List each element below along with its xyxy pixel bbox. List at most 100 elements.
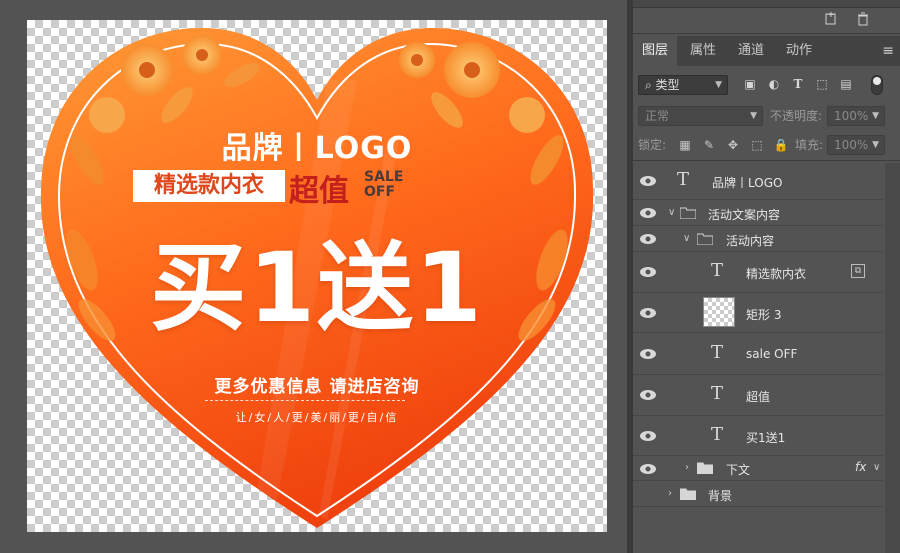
fill-label: 填充: — [795, 138, 824, 152]
new-document-icon[interactable] — [823, 12, 839, 28]
panel-collapsed-strip — [633, 0, 900, 8]
eye-icon[interactable] — [639, 463, 657, 475]
off-line: OFF — [364, 184, 396, 200]
eye-icon[interactable] — [639, 233, 657, 245]
eye-icon[interactable] — [639, 348, 657, 360]
sale-line: SALE — [364, 169, 404, 185]
layer-row[interactable]: T 品牌丨LOGO — [633, 163, 883, 200]
eye-icon[interactable] — [639, 430, 657, 442]
tab-actions[interactable]: 动作 — [777, 36, 821, 66]
search-icon: ⌕ — [645, 78, 656, 92]
subheading-text: 更多优惠信息 请进店咨询 — [214, 377, 420, 397]
chevron-down-icon: ▼ — [872, 111, 879, 121]
chevron-right-icon[interactable]: › — [668, 488, 672, 499]
layer-group-row[interactable]: › 下文 fx ∨ — [633, 456, 883, 481]
lock-row: 锁定: ▦ ✎ ✥ ⬚ 🔒 填充: 100% ▼ — [633, 133, 900, 161]
opacity-label: 不透明度: — [770, 109, 823, 123]
eye-icon[interactable] — [639, 266, 657, 278]
layer-row[interactable]: T 精选款内衣 ⧉ — [633, 252, 883, 293]
layers-list: T 品牌丨LOGO ∨ 活动文案内容 ∨ 活动内容 T 精选款内衣 ⧉ 矩形 3… — [633, 163, 900, 553]
blend-mode-select[interactable]: 正常 ▼ — [638, 106, 763, 126]
text-layer-icon: T — [711, 383, 724, 404]
chevron-down-icon: ▼ — [872, 140, 879, 150]
layer-name: 超值 — [746, 390, 771, 404]
lock-label: 锁定: — [638, 138, 667, 152]
folder-icon — [680, 207, 696, 219]
chevron-down-icon[interactable]: ∨ — [668, 207, 675, 218]
panel-menu-icon[interactable]: ≡ — [882, 43, 894, 59]
folder-icon — [680, 488, 696, 500]
chevron-down-icon[interactable]: ∨ — [683, 233, 690, 244]
chevron-right-icon[interactable]: › — [685, 462, 689, 473]
opacity-field[interactable]: 100% ▼ — [827, 106, 885, 126]
headline-text: 买1送1 — [150, 232, 484, 344]
folder-icon — [697, 233, 713, 245]
layer-row[interactable]: 矩形 3 — [633, 293, 883, 333]
brand-logo-text: 品牌丨LOGO — [221, 131, 413, 166]
text-layer-icon: T — [711, 342, 724, 363]
layer-group-row[interactable]: ∨ 活动内容 — [633, 226, 883, 252]
layer-name: 活动内容 — [726, 234, 775, 248]
chevron-down-icon: ▼ — [715, 80, 722, 90]
chevron-down-icon: ▼ — [750, 111, 757, 121]
shape-filter-icon[interactable]: ⬚ — [813, 75, 831, 93]
lock-image-icon[interactable]: ✎ — [701, 137, 717, 153]
text-layer-icon: T — [711, 424, 724, 445]
canvas-area[interactable]: 品牌丨LOGO 精选款内衣 超值 SALE OFF 买1送1 更多优惠信息 请进… — [0, 0, 627, 553]
filter-kind-select[interactable]: ⌕ 类型 ▼ — [638, 75, 728, 95]
layer-name: 活动文案内容 — [708, 208, 781, 222]
lock-transparent-icon[interactable]: ▦ — [677, 137, 693, 153]
smart-object-filter-icon[interactable]: ▤ — [837, 75, 855, 93]
layers-scrollbar[interactable] — [885, 163, 900, 553]
layers-panel: 图层 属性 通道 动作 ≡ ⌕ 类型 ▼ ▣ ◐ T ⬚ ▤ 正常 ▼ 不透明度… — [633, 0, 900, 553]
sale-off-text: SALE OFF — [364, 170, 403, 200]
layer-row[interactable]: T 买1送1 — [633, 416, 883, 456]
panel-tabs: 图层 属性 通道 动作 ≡ — [633, 36, 900, 66]
text-layer-icon: T — [677, 169, 690, 190]
opacity-value: 100% — [834, 109, 869, 123]
photoshop-window: 品牌丨LOGO 精选款内衣 超值 SALE OFF 买1送1 更多优惠信息 请进… — [0, 0, 900, 553]
layer-name: 品牌丨LOGO — [712, 176, 783, 190]
fill-field[interactable]: 100% ▼ — [827, 135, 885, 155]
lock-artboard-icon[interactable]: ⬚ — [749, 137, 765, 153]
layer-group-row[interactable]: › 背景 — [633, 481, 883, 507]
dashed-divider — [205, 400, 405, 401]
tab-channels[interactable]: 通道 — [729, 36, 773, 66]
layer-name: 矩形 3 — [746, 308, 782, 322]
blend-mode-value: 正常 — [645, 109, 670, 123]
document-canvas[interactable]: 品牌丨LOGO 精选款内衣 超值 SALE OFF 买1送1 更多优惠信息 请进… — [27, 20, 607, 532]
eye-icon[interactable] — [639, 175, 657, 187]
layer-row[interactable]: T sale OFF — [633, 333, 883, 375]
slogan-text: 让/女/人/更/美/丽/更/自/信 — [235, 411, 399, 424]
layer-name: sale OFF — [746, 347, 798, 361]
panel-top-bar — [633, 8, 900, 34]
chevron-down-icon[interactable]: ∨ — [873, 462, 880, 473]
adjustment-filter-icon[interactable]: ◐ — [765, 75, 783, 93]
tab-properties[interactable]: 属性 — [681, 36, 725, 66]
trash-icon[interactable] — [855, 12, 871, 28]
pixel-filter-icon[interactable]: ▣ — [741, 75, 759, 93]
text-filter-icon[interactable]: T — [789, 75, 807, 93]
eye-icon[interactable] — [639, 307, 657, 319]
filter-row: ⌕ 类型 ▼ ▣ ◐ T ⬚ ▤ — [633, 72, 900, 98]
text-layer-icon: T — [711, 260, 724, 281]
tab-layers[interactable]: 图层 — [633, 36, 677, 66]
layer-row[interactable]: T 超值 — [633, 375, 883, 416]
filter-kind-value: 类型 — [655, 78, 680, 92]
layer-name: 下文 — [726, 463, 751, 477]
clipping-mask-icon: ⧉ — [851, 264, 865, 278]
promo-label-text: 精选款内衣 — [153, 173, 264, 198]
layer-effects-icon[interactable]: fx — [855, 460, 866, 474]
layer-name: 背景 — [708, 489, 733, 503]
layer-group-row[interactable]: ∨ 活动文案内容 — [633, 200, 883, 226]
fill-value: 100% — [834, 138, 869, 152]
lock-position-icon[interactable]: ✥ — [725, 137, 741, 153]
layer-name: 买1送1 — [746, 431, 786, 445]
lock-all-icon[interactable]: 🔒 — [773, 137, 789, 153]
blend-row: 正常 ▼ 不透明度: 100% ▼ — [633, 104, 900, 130]
eye-icon[interactable] — [639, 389, 657, 401]
filter-toggle[interactable] — [871, 75, 883, 95]
super-value-text: 超值 — [289, 174, 349, 209]
eye-icon[interactable] — [639, 207, 657, 219]
folder-icon — [697, 462, 713, 474]
